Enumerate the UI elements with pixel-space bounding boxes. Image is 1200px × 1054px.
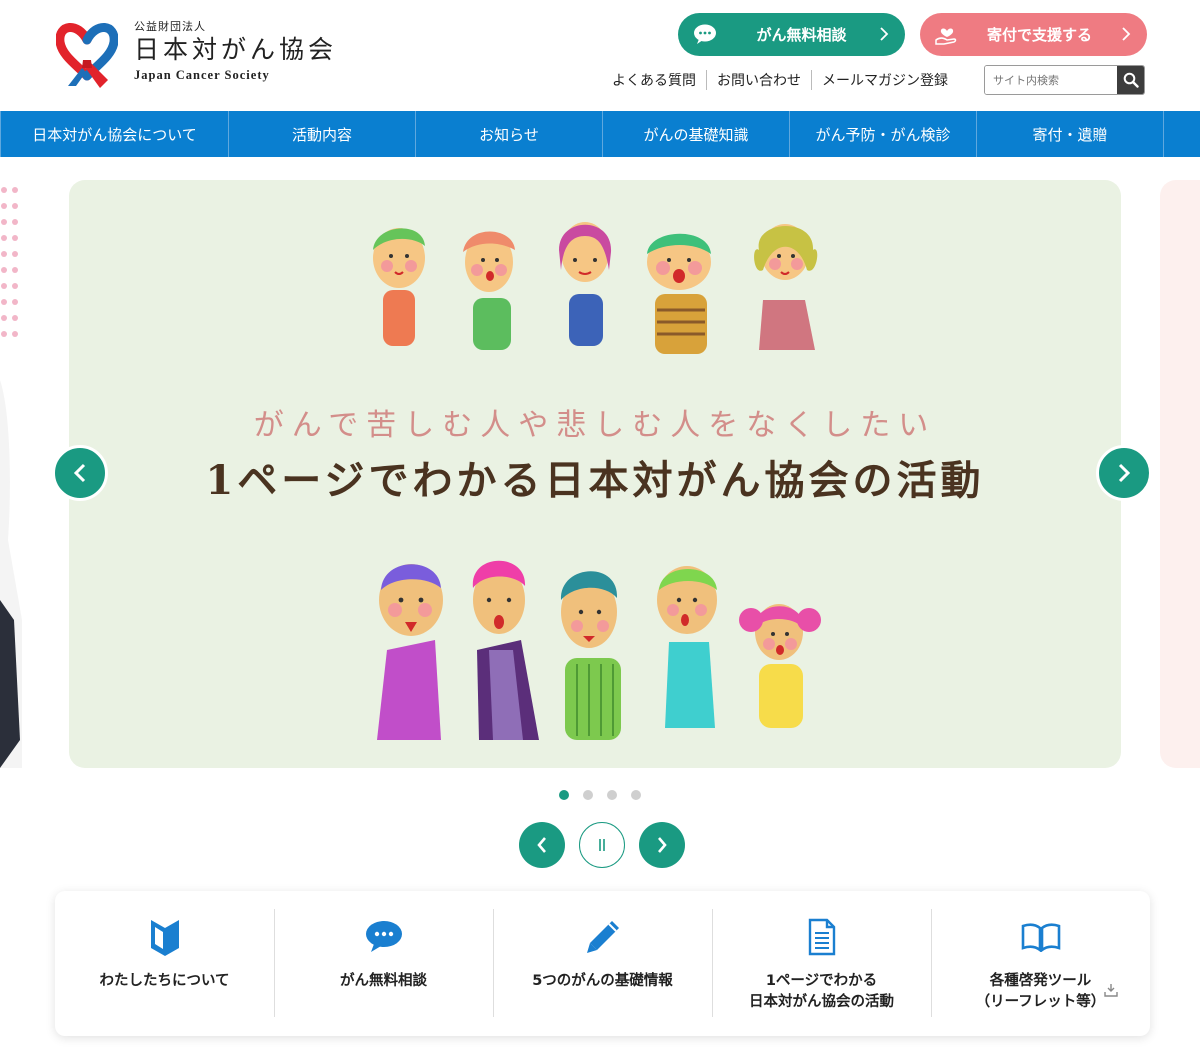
site-logo[interactable]: 公益財団法人 日本対がん協会 Japan Cancer Society (56, 16, 337, 90)
quick-link-awareness-tools[interactable]: 各種啓発ツール （リーフレット等） (931, 891, 1150, 1036)
beginner-mark-icon (150, 920, 179, 956)
nav-item-cancer-basics[interactable]: がんの基礎知識 (603, 111, 790, 157)
free-consultation-label: がん無料相談 (756, 26, 847, 44)
quick-link-free-consultation[interactable]: がん無料相談 (274, 891, 493, 1036)
slide-next-arrow[interactable] (1096, 445, 1152, 501)
carousel-prev-button[interactable] (519, 822, 565, 868)
hero-slide[interactable]: がんで苦しむ人や悲しむ人をなくしたい 1ページでわかる日本対がん協会の活動 (69, 180, 1121, 768)
nav-item-about[interactable]: 日本対がん協会について (0, 111, 229, 157)
slide-subtitle: がんで苦しむ人や悲しむ人をなくしたい (253, 408, 937, 443)
previous-slide-peek (0, 180, 22, 768)
faq-link[interactable]: よくある質問 (602, 70, 706, 90)
logo-title: 日本対がん協会 (134, 35, 338, 64)
search-icon (1123, 72, 1139, 88)
nav-item-prevention-screening[interactable]: がん予防・がん検診 (790, 111, 977, 157)
nav-item-news[interactable]: お知らせ (416, 111, 603, 157)
pagination-dot-2[interactable] (583, 790, 593, 800)
quick-link-label: 各種啓発ツール (989, 973, 1092, 989)
open-book-icon (1021, 923, 1060, 952)
chat-bubble-icon (365, 921, 402, 952)
quick-link-one-page-activities[interactable]: 1ページでわかる 日本対がん協会の活動 (712, 891, 931, 1036)
logo-subtitle: 公益財団法人 (134, 20, 206, 33)
document-icon (808, 918, 835, 956)
chevron-left-icon (537, 837, 546, 853)
quick-link-about-us[interactable]: わたしたちについて (55, 891, 274, 1036)
ribbon-heart-logo-icon (56, 23, 118, 88)
global-nav: 日本対がん協会について 活動内容 お知らせ がんの基礎知識 がん予防・がん検診 … (0, 111, 1200, 157)
pagination-dot-3[interactable] (607, 790, 617, 800)
search-button[interactable] (1117, 66, 1144, 94)
site-search (984, 65, 1145, 95)
chevron-right-icon (1118, 463, 1131, 483)
contact-link[interactable]: お問い合わせ (707, 70, 811, 90)
quick-link-cancer-basics[interactable]: 5つのがんの基礎情報 (493, 891, 712, 1036)
search-input[interactable] (985, 66, 1117, 94)
donate-label: 寄付で支援する (986, 26, 1092, 44)
nav-item-donation[interactable]: 寄付・遺贈 (977, 111, 1164, 157)
utility-links: よくある質問 お問い合わせ メールマガジン登録 (602, 70, 958, 90)
pagination-dot-1[interactable] (559, 790, 569, 800)
quick-links-panel: わたしたちについて がん無料相談 5つのがんの基礎情報 1ページでわかる 日本対… (55, 891, 1150, 1036)
newsletter-link[interactable]: メールマガジン登録 (812, 70, 958, 90)
donate-button[interactable]: 寄付で支援する (920, 13, 1147, 56)
download-icon (1104, 984, 1118, 997)
pause-icon (599, 839, 605, 851)
site-header: 公益財団法人 日本対がん協会 Japan Cancer Society がん無料… (0, 0, 1200, 111)
quick-link-label: がん無料相談 (340, 973, 427, 989)
quick-link-label: 1ページでわかる (765, 973, 878, 989)
quick-link-label-line2: 日本対がん協会の活動 (749, 994, 894, 1010)
carousel-pagination (559, 790, 641, 800)
chevron-right-icon (658, 837, 667, 853)
chevron-right-icon (1122, 27, 1131, 41)
carousel-next-button[interactable] (639, 822, 685, 868)
nav-item-activities[interactable]: 活動内容 (229, 111, 416, 157)
carousel-pause-button[interactable] (579, 822, 625, 868)
pencil-icon (586, 921, 619, 953)
pagination-dot-4[interactable] (631, 790, 641, 800)
chevron-left-icon (73, 463, 86, 483)
free-consultation-button[interactable]: がん無料相談 (678, 13, 905, 56)
quick-link-label-line2: （リーフレット等） (975, 994, 1106, 1010)
quick-link-label: 5つのがんの基礎情報 (532, 973, 673, 989)
slide-title: 1ページでわかる日本対がん協会の活動 (205, 457, 985, 504)
dot-pattern-image (0, 187, 22, 768)
logo-english: Japan Cancer Society (134, 68, 270, 82)
slide-prev-arrow[interactable] (52, 445, 108, 501)
chevron-right-icon (880, 27, 889, 41)
next-slide-peek (1160, 180, 1200, 768)
quick-link-label: わたしたちについて (99, 973, 230, 989)
